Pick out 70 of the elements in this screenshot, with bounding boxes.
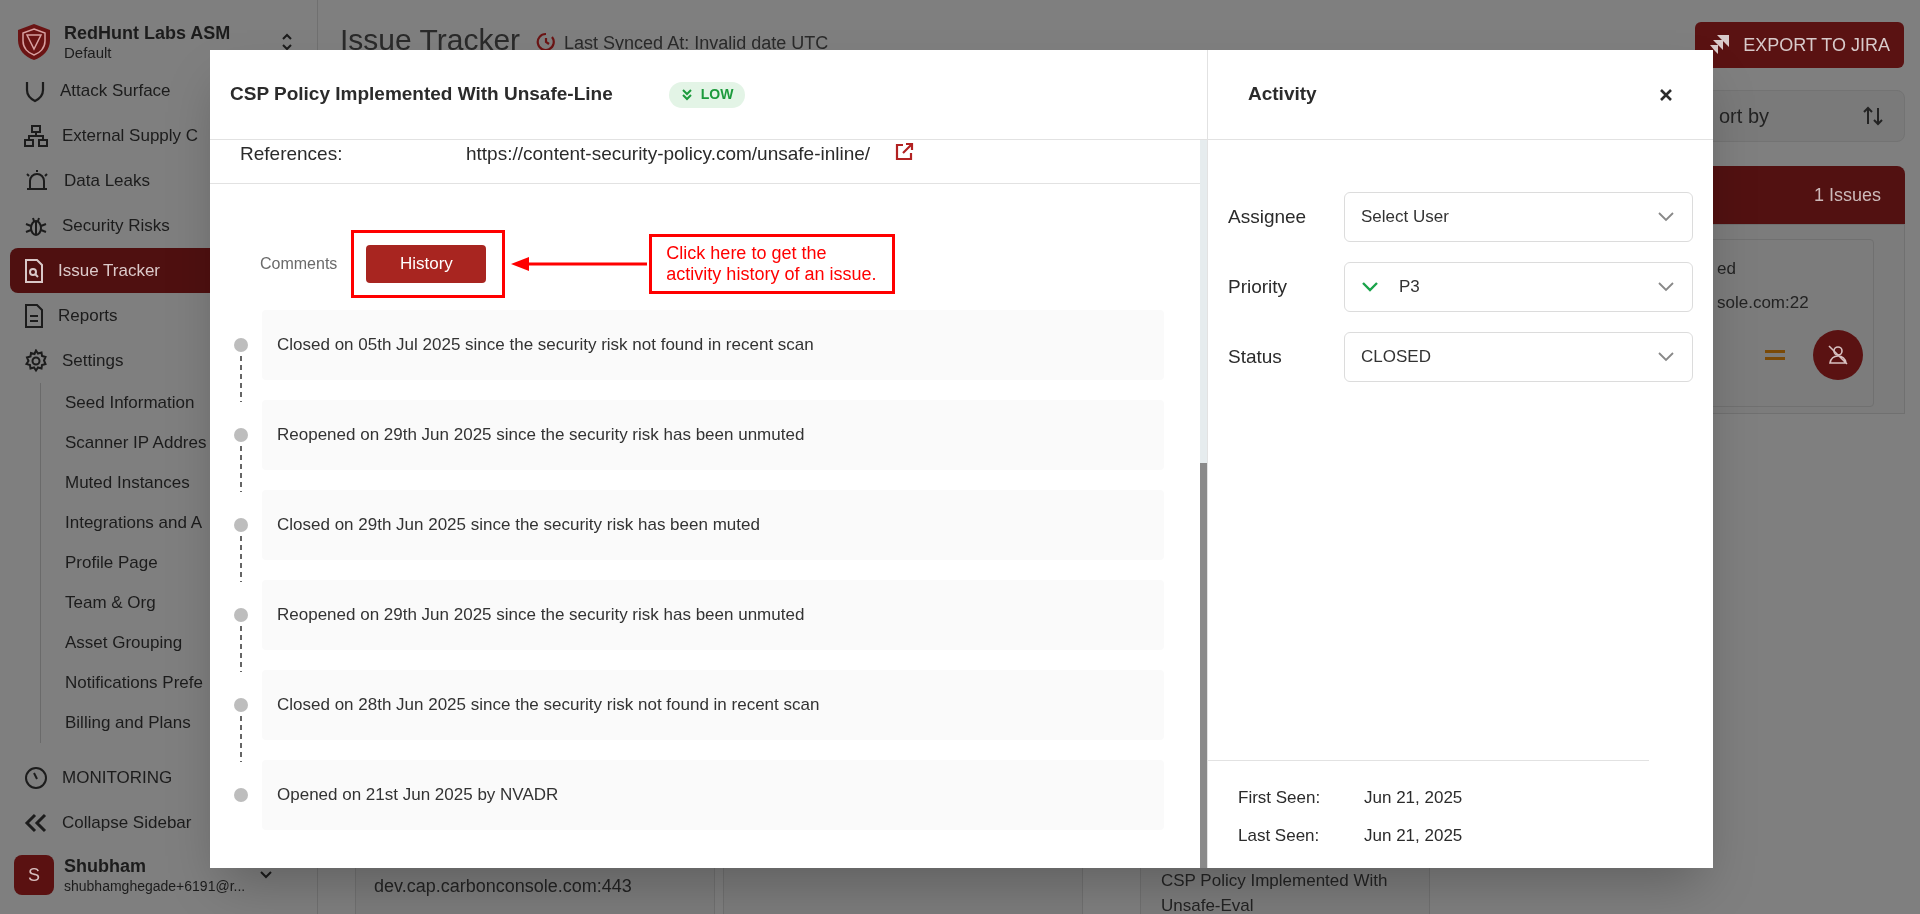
date-value: Jun 21, 2025 (1364, 824, 1463, 847)
sync-icon (536, 32, 557, 52)
document-icon (24, 303, 44, 328)
asset-host: dev.cap.carbonconsole.com:443 (374, 876, 632, 896)
workspace-name: Default (64, 44, 113, 62)
timeline-connector (240, 446, 242, 492)
references-label: References: (240, 142, 344, 166)
history-entry: Opened on 21st Jun 2025 by NVADR (262, 760, 1164, 830)
severity-badge: LOW (668, 81, 746, 108)
sort-icon (1862, 106, 1884, 126)
timeline-connector (240, 626, 242, 672)
date-label: First Seen: (1238, 787, 1322, 809)
panel-title: Activity (1248, 82, 1317, 107)
dropdown-icon (1658, 282, 1674, 292)
timeline-dot (234, 608, 248, 622)
annotation-callout: Click here to get the activity history of an issue. (649, 234, 896, 294)
timeline-dot (234, 518, 248, 532)
timeline-dot (234, 698, 248, 712)
select-field[interactable]: Select User (1344, 192, 1693, 242)
avatar: S (14, 855, 54, 895)
field-label: Priority (1228, 274, 1289, 299)
logo-icon (16, 23, 52, 61)
history-entry: Closed on 05th Jul 2025 since the security risk not found in recent scan (262, 310, 1164, 380)
modal-title: CSP Policy Implemented With Unsafe-Line (230, 82, 613, 107)
card-text: sole.com:22 (1717, 292, 1809, 314)
card-text: ed (1717, 258, 1736, 280)
tab[interactable]: History (366, 245, 487, 283)
export-button[interactable]: EXPORT TO JIRA (1695, 22, 1904, 68)
field-label: Status (1228, 344, 1283, 369)
jira-icon (1709, 34, 1732, 56)
document-search-icon (24, 258, 44, 283)
close-icon[interactable] (1659, 87, 1673, 102)
sidebar-item[interactable]: Security Risks (10, 203, 307, 248)
dropdown-icon (1658, 212, 1674, 222)
dropdown-icon (1658, 352, 1674, 362)
history-entry: Reopened on 29th Jun 2025 since the security risk has been unmuted (262, 580, 1164, 650)
brand-name: RedHunt Labs ASM (64, 22, 232, 44)
double-chevron-left-icon (24, 811, 48, 834)
siren-icon (24, 168, 50, 193)
equals-icon (1765, 350, 1785, 360)
unassigned-user-icon[interactable] (1813, 330, 1863, 380)
timeline-dot (234, 428, 248, 442)
double-chevron-down-icon (680, 88, 693, 101)
external-link-icon[interactable] (894, 142, 915, 162)
user-name: Shubham (64, 855, 147, 877)
chevron-down-icon (1361, 281, 1379, 293)
timeline-dot (234, 338, 248, 352)
chevron-up-down-icon[interactable] (281, 33, 293, 51)
scrollbar-thumb[interactable] (1200, 463, 1207, 868)
timeline-connector (240, 536, 242, 582)
date-label: Last Seen: (1238, 824, 1321, 847)
gauge-icon (24, 765, 48, 790)
user-email: shubhamghegade+6191@r... (64, 877, 246, 895)
references-link[interactable]: https://content-security-policy.com/unsafe-inline/ (466, 140, 871, 169)
timeline-connector (240, 716, 242, 762)
chevron-down-icon[interactable] (259, 870, 274, 880)
field-label: Assignee (1228, 204, 1308, 229)
settings-icon (24, 348, 48, 373)
select-field[interactable]: P3 (1344, 262, 1693, 312)
timeline-connector (240, 356, 242, 402)
select-field[interactable]: CLOSED (1344, 332, 1693, 382)
page-title: Issue Tracker (340, 22, 521, 58)
timeline-dot (234, 788, 248, 802)
issue-title: CSP Policy Implemented With Unsafe-Eval (1161, 870, 1389, 914)
date-value: Jun 21, 2025 (1364, 787, 1463, 809)
history-entry: Closed on 28th Jun 2025 since the security risk not found in recent scan (262, 670, 1164, 740)
history-entry: Closed on 29th Jun 2025 since the security risk has been muted (262, 490, 1164, 560)
sync-status: Last Synced At: Invalid date UTC (564, 32, 829, 55)
history-entry: Reopened on 29th Jun 2025 since the security risk has been unmuted (262, 400, 1164, 470)
network-icon (24, 123, 48, 148)
